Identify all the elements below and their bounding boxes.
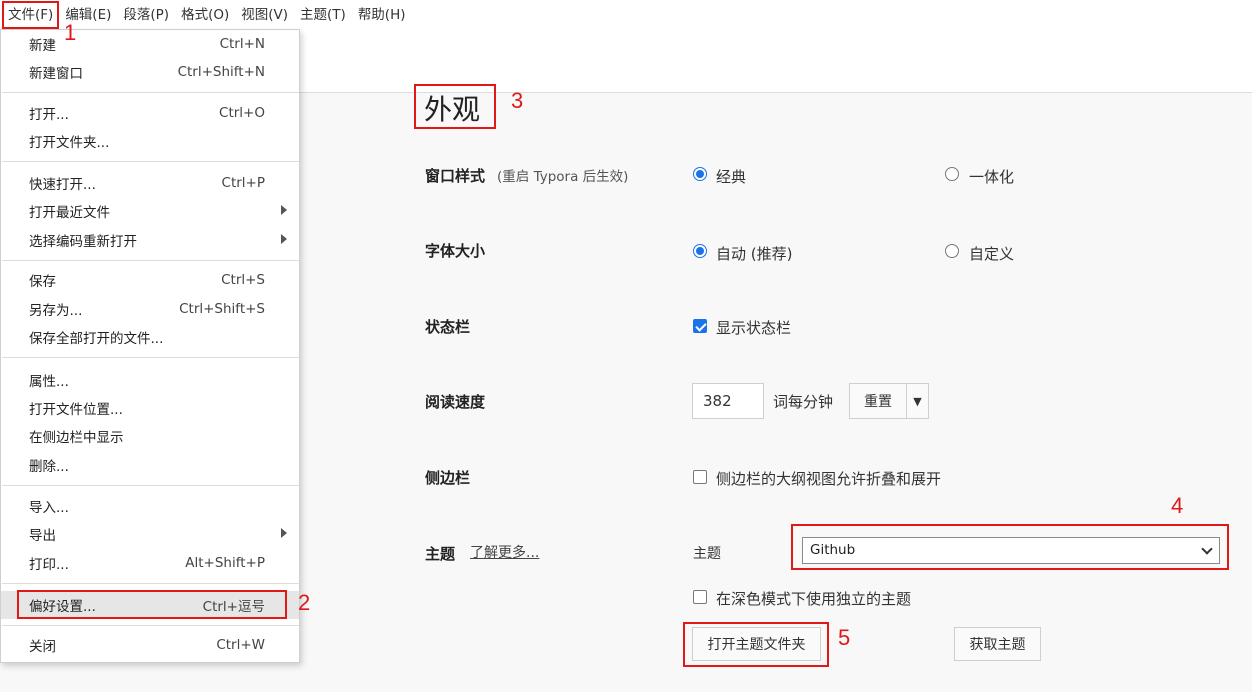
theme-label: 主题 — [425, 545, 456, 563]
menu-item-export[interactable]: 导出 — [1, 520, 299, 548]
menu-item-delete[interactable]: 删除... — [1, 451, 299, 479]
menu-file[interactable]: 文件(F) — [2, 1, 60, 29]
reset-dropdown-button[interactable]: ▼ — [906, 383, 929, 419]
menu-item-reveal-in-sidebar[interactable]: 在侧边栏中显示 — [1, 422, 299, 450]
show-status-bar-text: 显示状态栏 — [716, 319, 792, 337]
font-size-custom-label: 自定义 — [969, 245, 1015, 263]
annotation-box-theme-select — [791, 524, 1229, 570]
menu-theme[interactable]: 主题(T) — [294, 0, 352, 30]
annotation-number: 5 — [838, 625, 851, 650]
window-style-unified-radio[interactable] — [945, 167, 959, 181]
menu-separator — [2, 357, 299, 358]
menu-separator — [2, 485, 299, 486]
dark-mode-theme-checkbox[interactable] — [693, 590, 707, 604]
reading-speed-unit: 词每分钟 — [773, 393, 834, 411]
menu-item-close[interactable]: 关闭 Ctrl+W — [1, 631, 299, 659]
status-bar-label: 状态栏 — [425, 318, 471, 336]
font-size-custom-radio[interactable] — [945, 244, 959, 258]
annotation-number: 3 — [511, 88, 524, 113]
menu-help[interactable]: 帮助(H) — [352, 0, 412, 30]
menu-separator — [2, 260, 299, 261]
menu-item-save-all[interactable]: 保存全部打开的文件... — [1, 323, 299, 351]
reading-speed-label: 阅读速度 — [425, 393, 486, 411]
annotation-number: 1 — [64, 20, 77, 45]
menu-item-properties[interactable]: 属性... — [1, 366, 299, 394]
annotation-box-title — [414, 84, 496, 129]
submenu-arrow-icon — [281, 234, 287, 244]
font-size-auto-radio[interactable] — [693, 244, 707, 258]
get-themes-button[interactable]: 获取主题 — [954, 627, 1041, 661]
window-style-unified-label: 一体化 — [969, 168, 1015, 186]
window-style-label: 窗口样式 (重启 Typora 后生效) — [425, 167, 629, 185]
annotation-number: 4 — [1171, 493, 1184, 518]
menu-item-new[interactable]: 新建 Ctrl+N — [1, 30, 299, 58]
menu-item-new-window[interactable]: 新建窗口 Ctrl+Shift+N — [1, 58, 299, 86]
menu-format[interactable]: 格式(O) — [175, 0, 235, 30]
menu-item-open-file-location[interactable]: 打开文件位置... — [1, 394, 299, 422]
menu-item-open-folder[interactable]: 打开文件夹... — [1, 127, 299, 155]
sidebar-outline-collapse-checkbox[interactable] — [693, 470, 707, 484]
menu-separator — [2, 625, 299, 626]
window-style-classic-label: 经典 — [716, 168, 747, 186]
annotation-box-open-folder — [683, 622, 829, 667]
menu-separator — [2, 583, 299, 584]
submenu-arrow-icon — [281, 205, 287, 215]
learn-more-link[interactable]: 了解更多... — [470, 542, 539, 562]
annotation-box-preferences — [17, 590, 287, 619]
window-style-classic-radio[interactable] — [693, 167, 707, 181]
menu-bar: 文件(F) 编辑(E) 段落(P) 格式(O) 视图(V) 主题(T) 帮助(H… — [0, 0, 412, 30]
menu-item-save[interactable]: 保存 Ctrl+S — [1, 266, 299, 294]
menu-view[interactable]: 视图(V) — [235, 0, 294, 30]
menu-item-save-as[interactable]: 另存为... Ctrl+Shift+S — [1, 295, 299, 323]
sidebar-label: 侧边栏 — [425, 469, 471, 487]
menu-item-reopen-with-encoding[interactable]: 选择编码重新打开 — [1, 226, 299, 254]
annotation-number: 2 — [298, 590, 311, 615]
menu-item-print[interactable]: 打印... Alt+Shift+P — [1, 549, 299, 577]
file-menu-dropdown: 新建 Ctrl+N 新建窗口 Ctrl+Shift+N 打开... Ctrl+O 打开… — [0, 29, 300, 663]
menu-item-open[interactable]: 打开... Ctrl+O — [1, 99, 299, 127]
menu-item-open-recent[interactable]: 打开最近文件 — [1, 197, 299, 225]
triangle-down-icon: ▼ — [913, 394, 922, 408]
menu-separator — [2, 161, 299, 162]
font-size-auto-label: 自动 (推荐) — [716, 245, 793, 263]
reset-button[interactable]: 重置 — [849, 383, 907, 419]
font-size-label: 字体大小 — [425, 242, 486, 260]
show-status-bar-checkbox[interactable] — [693, 319, 707, 333]
reading-speed-input[interactable]: 382 — [692, 383, 764, 419]
sidebar-outline-collapse-text: 侧边栏的大纲视图允许折叠和展开 — [716, 470, 942, 488]
menu-separator — [2, 92, 299, 93]
menu-item-import[interactable]: 导入... — [1, 492, 299, 520]
menu-item-quick-open[interactable]: 快速打开... Ctrl+P — [1, 169, 299, 197]
theme-field-label: 主题 — [693, 546, 721, 562]
dark-mode-theme-text: 在深色模式下使用独立的主题 — [716, 590, 912, 608]
submenu-arrow-icon — [281, 528, 287, 538]
menu-paragraph[interactable]: 段落(P) — [117, 0, 175, 30]
